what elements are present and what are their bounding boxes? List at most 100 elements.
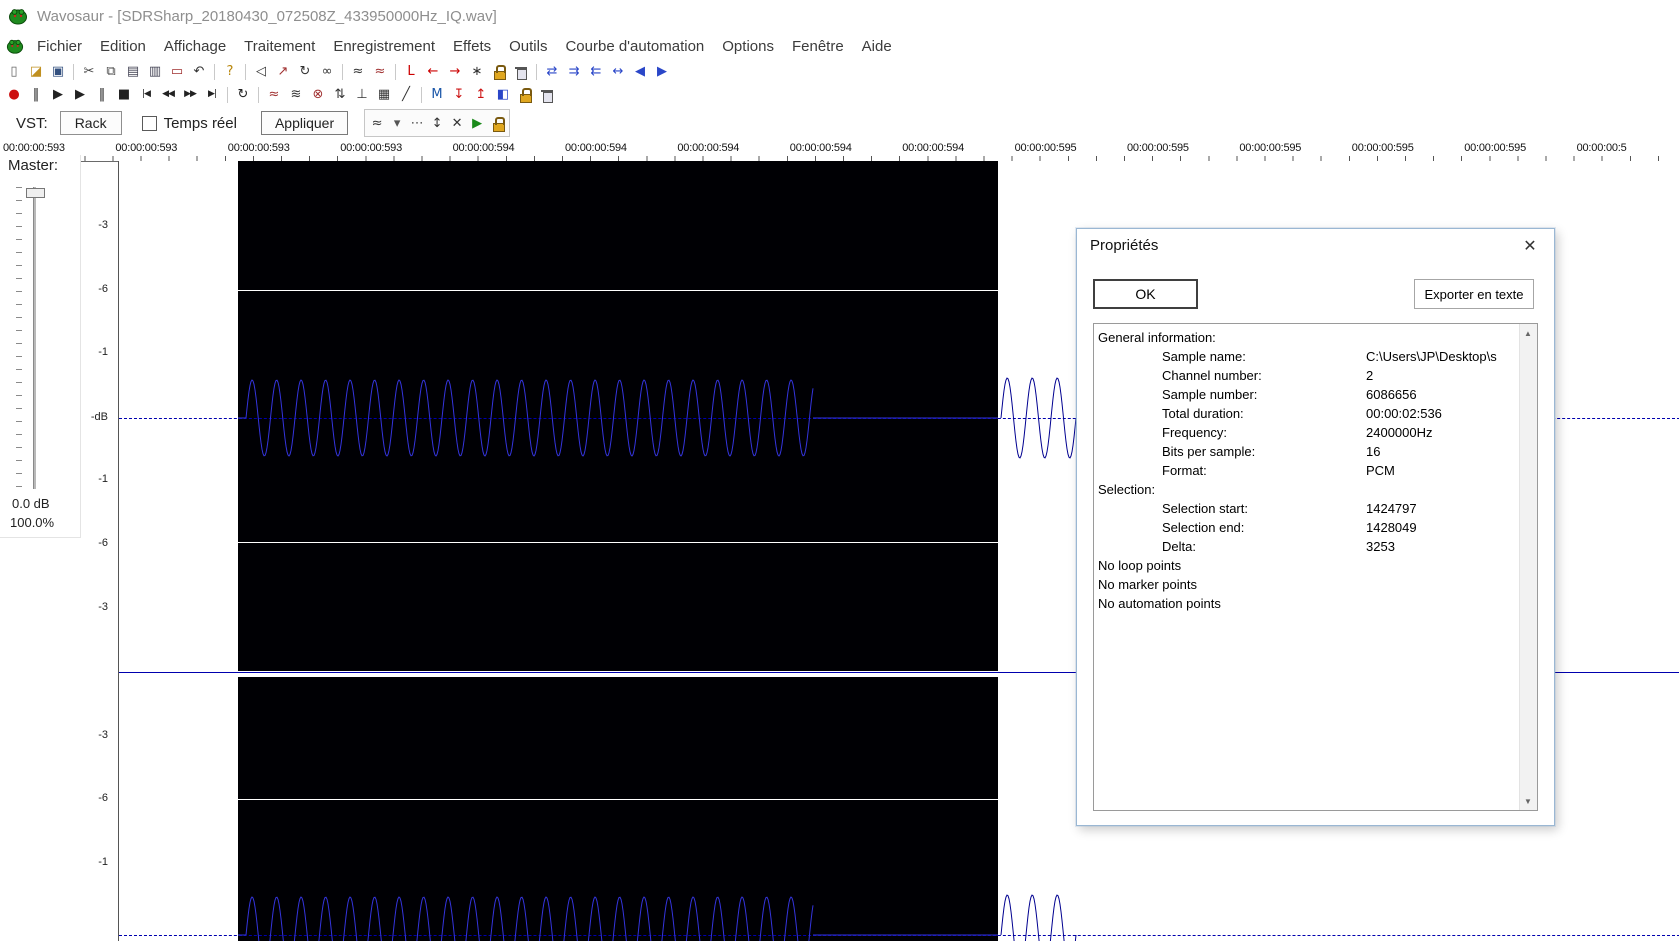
realtime-checkbox-group: Temps réel (141, 115, 237, 132)
paste-special-button[interactable]: ▥ (144, 62, 166, 82)
ruler-tick-label: 00:00:00:593 (340, 142, 403, 154)
prop-row: Sample number: 6086656 (1162, 387, 1417, 402)
speaker-button[interactable]: ◁ (250, 62, 272, 82)
dialog-scrollbar[interactable]: ▲ ▼ (1519, 324, 1537, 810)
menu-item[interactable]: Traitement (235, 38, 324, 55)
marker-m-button[interactable]: M (426, 85, 448, 105)
rewind-button[interactable]: ◀◀ (157, 85, 179, 105)
loop-start-button[interactable]: ← (422, 62, 444, 82)
pencil-button[interactable]: ╱ (395, 85, 417, 105)
undo-button[interactable]: ↶ (188, 62, 210, 82)
menu-item[interactable]: Courbe d'automation (556, 38, 713, 55)
document-logo-icon[interactable] (6, 37, 24, 55)
curve-dropdown-button[interactable]: ▾ (387, 114, 407, 132)
window-title: Wavosaur - [SDRSharp_20180430_072508Z_43… (37, 7, 497, 25)
link-button[interactable]: ∞ (316, 62, 338, 82)
toolbar-separator (245, 63, 246, 80)
master-slider-handle[interactable] (26, 188, 45, 198)
go-end-button[interactable]: ▶| (201, 85, 223, 105)
replay-button[interactable]: ↻ (294, 62, 316, 82)
new-file-button[interactable]: ▯ (3, 62, 25, 82)
fast-forward-button[interactable]: ▶▶ (179, 85, 201, 105)
menu-item[interactable]: Fenêtre (783, 38, 853, 55)
automation-curve-button[interactable]: ≈ (367, 114, 387, 132)
realtime-checkbox[interactable] (141, 115, 157, 131)
preview-button[interactable]: ▶ (467, 114, 487, 132)
time-ruler[interactable]: 00:00:00:593 00:00:00:593 00:00:00:593 00:0… (0, 140, 1679, 162)
zoom-all-button[interactable]: ↔ (607, 62, 629, 82)
play-button[interactable]: ▶ (69, 85, 91, 105)
ruler-tick-label: 00:00:00:595 (1239, 142, 1302, 154)
delete2-button[interactable] (536, 85, 558, 105)
loop-playback-button[interactable]: ↻ (232, 85, 254, 105)
waveform-marker-button[interactable]: ≈ (369, 62, 391, 82)
apply-button[interactable]: Appliquer (260, 111, 349, 135)
lock2-button[interactable] (514, 85, 536, 105)
statistics-button[interactable]: ≋ (285, 85, 307, 105)
record-button[interactable]: ● (3, 85, 25, 105)
channels-button[interactable]: ◧ (492, 85, 514, 105)
external-editor-button[interactable]: ↗ (272, 62, 294, 82)
loop-end-button[interactable]: → (444, 62, 466, 82)
copy-button[interactable]: ⧉ (100, 62, 122, 82)
menu-item[interactable]: Fichier (28, 38, 91, 55)
menu-item[interactable]: Edition (91, 38, 155, 55)
prop-row: Selection start: 1424797 (1162, 501, 1417, 516)
play-cursor-button[interactable]: ▶ (47, 85, 69, 105)
help-button[interactable]: ? (219, 62, 241, 82)
ok-button[interactable]: OK (1093, 279, 1198, 309)
swap-channels-button[interactable]: ⇅ (329, 85, 351, 105)
points-mode-button[interactable]: ⋯ (407, 114, 427, 132)
go-start-button[interactable]: |◀ (135, 85, 157, 105)
zoom-in-horizontal-button[interactable]: ⇉ (563, 62, 585, 82)
pause-button[interactable]: ‖ (91, 85, 113, 105)
goto-selection-button[interactable]: ≈ (263, 85, 285, 105)
next-view-button[interactable]: ▶ (651, 62, 673, 82)
properties-content[interactable]: General information: Sample name: C:\User… (1093, 323, 1538, 811)
menu-item[interactable]: Outils (500, 38, 556, 55)
snap-button[interactable]: ∗ (466, 62, 488, 82)
scale-label: -6 (98, 537, 108, 549)
scroll-down-icon[interactable]: ▼ (1520, 793, 1536, 809)
prop-row: General information: (1098, 330, 1216, 345)
scroll-up-icon[interactable]: ▲ (1520, 325, 1536, 341)
stop-button[interactable]: ■ (113, 85, 135, 105)
paste-button[interactable]: ▤ (122, 62, 144, 82)
menu-item[interactable]: Options (713, 38, 783, 55)
menu-item[interactable]: Aide (853, 38, 901, 55)
prop-row: Delta: 3253 (1162, 539, 1395, 554)
menu-item[interactable]: Enregistrement (324, 38, 444, 55)
trim-button[interactable]: ▭ (166, 62, 188, 82)
move-up-button[interactable]: ↥ (470, 85, 492, 105)
zoom-selection-button[interactable]: ⇄ (541, 62, 563, 82)
cut-button[interactable]: ✂ (78, 62, 100, 82)
vst-rack-button[interactable]: Rack (59, 111, 122, 135)
menu-item[interactable]: Effets (444, 38, 500, 55)
open-file-button[interactable]: ◪ (25, 62, 47, 82)
move-down-button[interactable]: ↧ (448, 85, 470, 105)
prev-view-button[interactable]: ◀ (629, 62, 651, 82)
lock3-button[interactable] (487, 114, 507, 132)
ruler-tick-label: 00:00:00:594 (789, 142, 852, 154)
master-slider-track[interactable] (33, 187, 36, 489)
menu-bar: Fichier Edition Affichage Traitement Enregis… (0, 32, 1679, 60)
pause-alt-button[interactable]: ‖ (25, 85, 47, 105)
export-text-button[interactable]: Exporter en texte (1414, 279, 1534, 309)
toolbar-separator (395, 63, 396, 80)
delete-curve-button[interactable]: ✕ (447, 114, 467, 132)
delete-button[interactable] (510, 62, 532, 82)
vertical-zoom-button[interactable]: ↕ (427, 114, 447, 132)
grid-button[interactable]: ▦ (373, 85, 395, 105)
waveform-view-button[interactable]: ≈ (347, 62, 369, 82)
master-slider-ticks (16, 187, 22, 487)
scale-label: -1 (98, 856, 108, 868)
loop-l-button[interactable]: L (400, 62, 422, 82)
fit-vertical-button[interactable]: ⊥ (351, 85, 373, 105)
lock-button[interactable] (488, 62, 510, 82)
delete-section-button[interactable]: ⊗ (307, 85, 329, 105)
menu-item[interactable]: Affichage (155, 38, 235, 55)
close-icon[interactable]: ✕ (1519, 236, 1541, 256)
prop-row: Selection: (1098, 482, 1156, 497)
zoom-out-horizontal-button[interactable]: ⇇ (585, 62, 607, 82)
save-file-button[interactable]: ▣ (47, 62, 69, 82)
